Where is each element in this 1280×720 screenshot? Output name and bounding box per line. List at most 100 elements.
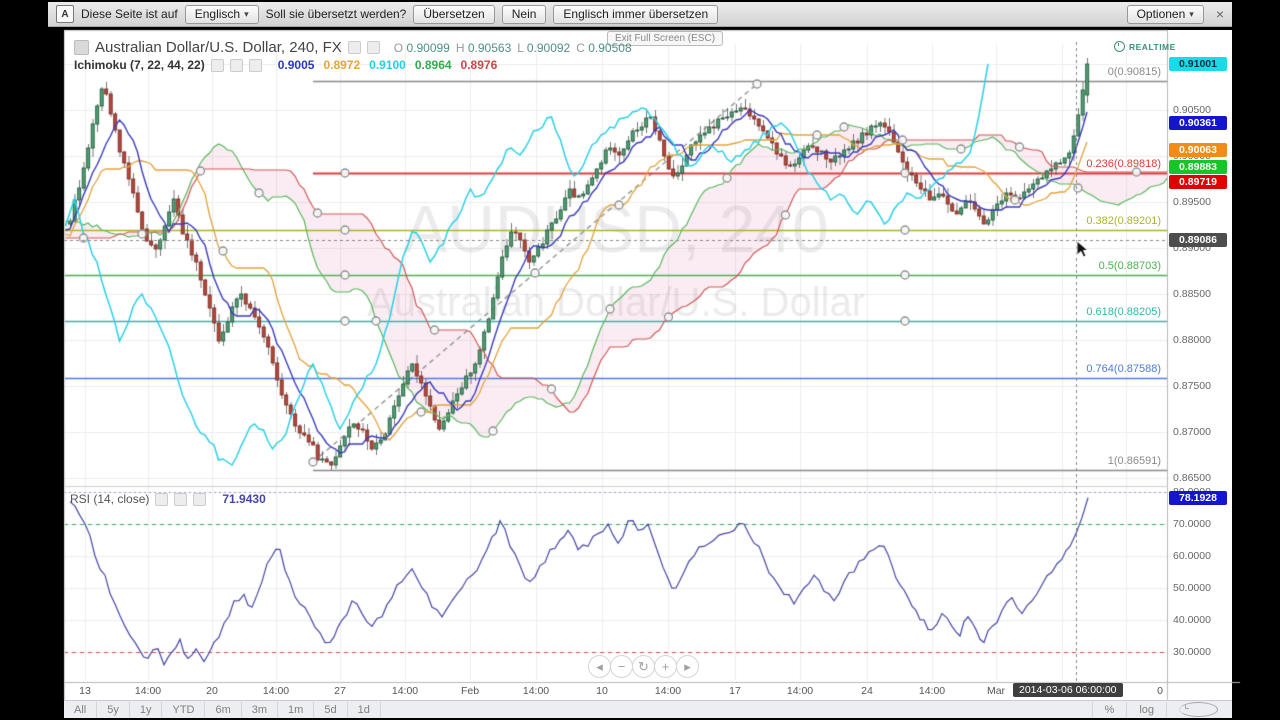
ohlc-value: 0.90563 (467, 40, 512, 55)
range-button-1y[interactable]: 1y (130, 701, 163, 718)
session-clock-wrap (1166, 702, 1232, 717)
rsi-hide-button[interactable] (155, 492, 169, 506)
translate-message: Diese Seite ist auf (81, 7, 178, 21)
ohlc-pair: L 0.90092 (517, 41, 570, 55)
time-label: 13 (79, 685, 91, 697)
ohlc-values: O 0.90099 H 0.90563 L 0.90092 C 0.90508 (394, 41, 632, 55)
time-label: Feb (460, 685, 480, 697)
fib-level-label: 0.236(0.89818) (1086, 158, 1161, 170)
symbol-header: Australian Dollar/U.S. Dollar, 240, FX O… (74, 39, 632, 56)
ohlc-pair: O 0.90099 (394, 41, 450, 55)
language-dropdown-label: Englisch (194, 7, 241, 21)
scroll-right-button[interactable]: ▸ (676, 655, 699, 678)
price-tick: 0.87500 (1173, 380, 1211, 392)
indicator-hide-button[interactable] (210, 58, 224, 72)
fib-level-label: 0.764(0.87588) (1086, 363, 1161, 375)
rsi-axis-badge: 78.1928 (1169, 491, 1227, 505)
scale-group: % log (1091, 701, 1232, 718)
ohlc-key: O (393, 40, 404, 55)
time-label: 14:00 (918, 685, 946, 697)
time-label: 14:00 (786, 685, 814, 697)
always-translate-button[interactable]: Englisch immer übersetzen (553, 4, 719, 24)
range-button-all[interactable]: All (64, 701, 98, 718)
range-button-5d[interactable]: 5d (314, 701, 348, 718)
options-dropdown[interactable]: Optionen ▾ (1126, 4, 1204, 24)
translate-question: Soll sie übersetzt werden? (265, 7, 407, 21)
zoom-out-button[interactable]: − (610, 655, 633, 678)
range-button-ytd[interactable]: YTD (162, 701, 206, 718)
ichimoku-value: 0.9100 (369, 58, 406, 72)
time-label: 20 (206, 685, 218, 697)
crosshair-time-badge: 2014-03-06 06:00:00 (1013, 683, 1123, 697)
time-label: 0 (1157, 685, 1163, 697)
price-axis-badge: 0.91001 (1169, 57, 1227, 71)
fib-level-label: 0.5(0.88703) (1098, 260, 1161, 272)
rsi-tick: 60.0000 (1173, 550, 1211, 562)
ichimoku-header: Ichimoku (7, 22, 44, 22) 0.9005 0.8972 0.9… (74, 58, 497, 72)
rsi-settings-button[interactable] (174, 492, 188, 506)
range-group: All 5y 1y YTD 6m 3m 1m 5d 1d (64, 701, 381, 718)
chart-title: Australian Dollar/U.S. Dollar, 240, FX (95, 39, 342, 56)
fib-level-label: 1(0.86591) (1107, 455, 1161, 467)
range-button-3m[interactable]: 3m (242, 701, 279, 718)
rsi-header: RSI (14, close) 71.9430 (70, 492, 266, 506)
ohlc-value: 0.90099 (406, 40, 450, 55)
chevron-down-icon: ▾ (244, 8, 249, 19)
range-button-1d[interactable]: 1d (348, 701, 381, 718)
price-axis-badge: 0.89719 (1169, 175, 1227, 189)
time-label: 14:00 (522, 685, 550, 697)
rsi-tick: 40.0000 (1173, 614, 1211, 626)
clock-icon[interactable] (1179, 702, 1218, 717)
percent-scale-button[interactable]: % (1091, 701, 1127, 718)
ohlc-value: 0.90092 (526, 40, 571, 55)
price-axis-badge: 0.90361 (1169, 116, 1227, 130)
price-tick: 0.88000 (1173, 334, 1211, 346)
indicator-settings-button[interactable] (229, 58, 243, 72)
rsi-label: RSI (14, close) (70, 492, 150, 506)
zoom-in-button[interactable]: + (654, 655, 677, 678)
close-icon[interactable]: × (1216, 7, 1224, 21)
symbol-button-1[interactable] (347, 41, 361, 54)
rsi-delete-button[interactable] (193, 492, 207, 506)
rsi-tick: 50.0000 (1173, 582, 1211, 594)
ichimoku-value: 0.8964 (414, 58, 452, 72)
reset-view-button[interactable]: ↻ (632, 655, 655, 678)
ohlc-value: 0.90508 (588, 40, 632, 55)
no-button[interactable]: Nein (501, 4, 547, 24)
scroll-left-button[interactable]: ◂ (588, 655, 611, 678)
range-button-6m[interactable]: 6m (205, 701, 242, 718)
log-scale-button[interactable]: log (1126, 701, 1166, 718)
price-tick: 0.89500 (1173, 196, 1211, 208)
ichimoku-value: 0.9005 (277, 58, 315, 72)
ichimoku-label: Ichimoku (7, 22, 44, 22) (74, 58, 205, 72)
options-dropdown-label: Optionen (1136, 7, 1186, 21)
time-label: 27 (334, 685, 346, 697)
chevron-down-icon: ▾ (1189, 8, 1194, 19)
realtime-label: REALTIME (1129, 41, 1176, 52)
language-dropdown[interactable]: Englisch ▾ (184, 4, 259, 24)
fib-level-label: 0.382(0.89201) (1086, 215, 1161, 227)
price-axis-badge: 0.89883 (1169, 160, 1227, 174)
clock-icon (1114, 41, 1125, 52)
ohlc-key: C (576, 40, 585, 55)
translate-button[interactable]: Übersetzen (413, 4, 495, 24)
time-label: 14:00 (134, 685, 162, 697)
fib-level-label: 0.618(0.88205) (1086, 306, 1161, 318)
time-label: Mar (986, 685, 1006, 697)
time-label: 14:00 (391, 685, 419, 697)
range-button-1m[interactable]: 1m (278, 701, 315, 718)
time-label: 10 (596, 685, 608, 697)
bottom-toolbar: All 5y 1y YTD 6m 3m 1m 5d 1d % log (64, 700, 1232, 718)
price-tick: 0.86500 (1173, 472, 1211, 484)
price-tick: 0.87000 (1173, 426, 1211, 438)
ohlc-pair: H 0.90563 (456, 41, 511, 55)
time-label: 24 (861, 685, 873, 697)
symbol-button-2[interactable] (366, 41, 380, 54)
range-button-5y[interactable]: 5y (97, 701, 130, 718)
indicator-delete-button[interactable] (248, 58, 262, 72)
ichimoku-value: 0.8976 (460, 58, 498, 72)
rsi-tick: 70.0000 (1173, 518, 1211, 530)
rsi-value: 71.9430 (222, 492, 266, 506)
price-tick: 0.88500 (1173, 288, 1211, 300)
ohlc-key: L (517, 40, 524, 55)
